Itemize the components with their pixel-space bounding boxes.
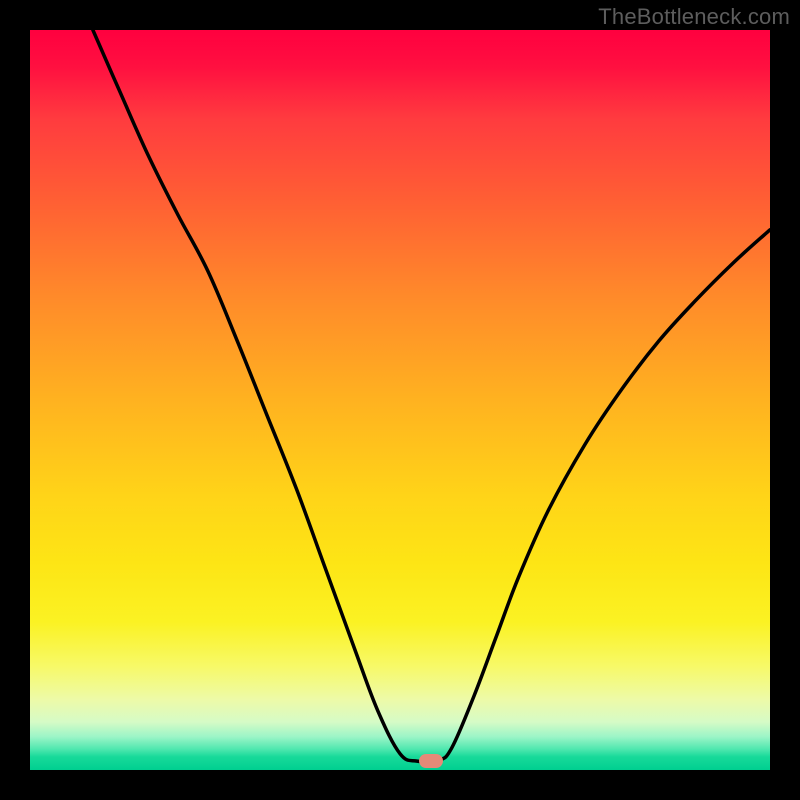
watermark-text: TheBottleneck.com (598, 4, 790, 30)
plot-area (30, 30, 770, 770)
bottleneck-curve (30, 30, 770, 770)
chart-frame: TheBottleneck.com (0, 0, 800, 800)
curve-path (93, 30, 770, 762)
optimum-marker (419, 754, 443, 768)
